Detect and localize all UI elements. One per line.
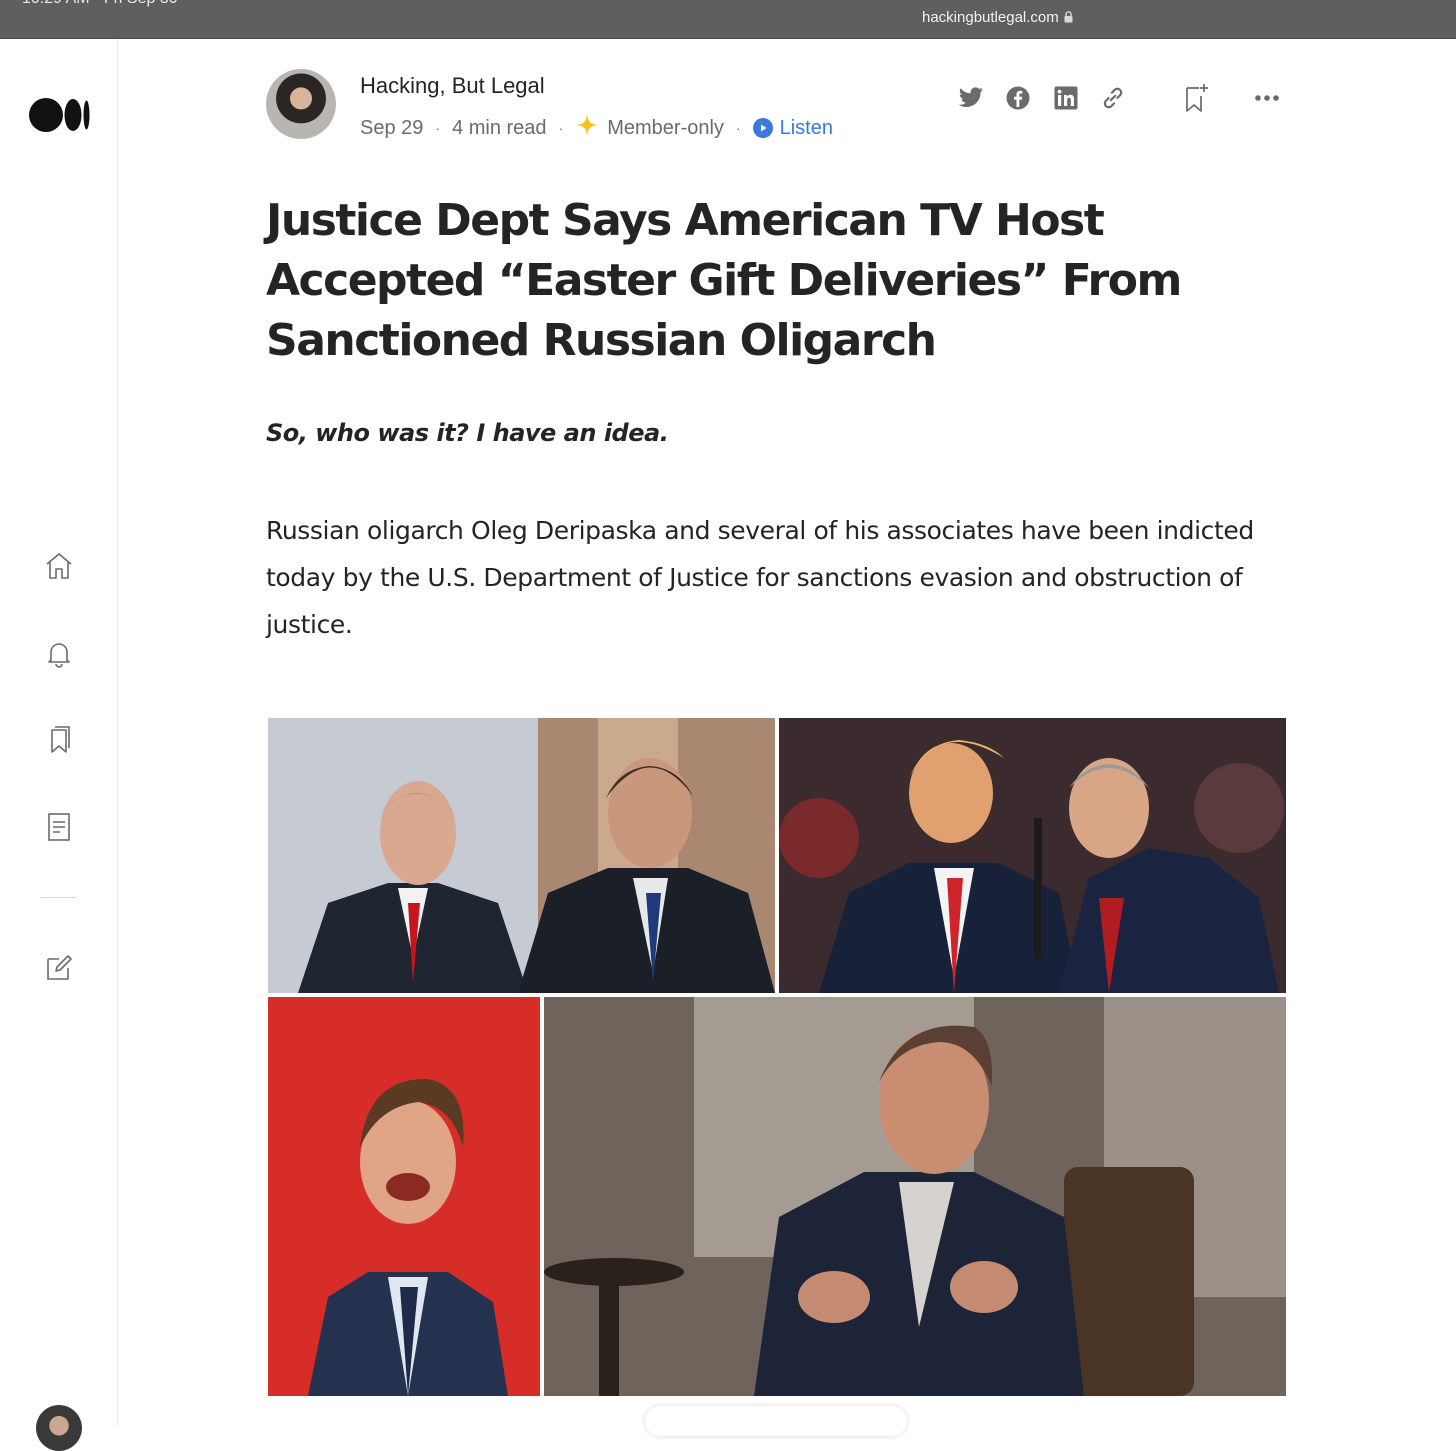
collage-photo-2 (779, 718, 1286, 993)
write-icon[interactable] (42, 950, 76, 984)
home-icon[interactable] (42, 549, 76, 583)
article-meta: Sep 29 · 4 min read · Member-only · List… (360, 113, 833, 143)
bell-icon[interactable] (42, 636, 76, 670)
user-avatar[interactable] (36, 1405, 82, 1451)
article-title: Justice Dept Says American TV Host Accep… (266, 195, 1182, 366)
meta-separator: · (558, 120, 564, 136)
more-icon[interactable] (1252, 83, 1282, 113)
collage-photo-3 (268, 997, 540, 1396)
member-only-label: Member-only (607, 116, 724, 139)
member-star-icon (575, 113, 599, 143)
play-icon (752, 118, 773, 138)
floating-toolbar[interactable] (645, 1406, 907, 1436)
article-image[interactable] (268, 718, 1286, 1396)
article-subtitle: So, who was it? I have an idea. (266, 419, 669, 447)
browser-bar: 10:29 AM · Fri Sep 30 hackingbutlegal.co… (0, 0, 1456, 39)
author-avatar[interactable] (266, 69, 336, 139)
bookmark-add-icon[interactable] (1181, 83, 1211, 113)
listen-label: Listen (779, 116, 833, 139)
link-icon[interactable] (1098, 83, 1128, 113)
twitter-icon[interactable] (956, 83, 986, 113)
facebook-icon[interactable] (1003, 83, 1033, 113)
document-icon[interactable] (42, 810, 76, 844)
meta-separator: · (435, 120, 441, 136)
medium-logo-icon[interactable] (29, 97, 91, 138)
left-sidebar (0, 39, 118, 1451)
collage-photo-1 (268, 718, 775, 993)
bookmarks-icon[interactable] (42, 723, 76, 757)
meta-separator: · (735, 120, 741, 136)
read-time: 4 min read (452, 116, 547, 139)
sidebar-divider (41, 897, 77, 898)
url-bar[interactable]: hackingbutlegal.com (922, 9, 1073, 27)
publish-date: Sep 29 (360, 116, 424, 139)
article-paragraph: Russian oligarch Oleg Deripaska and seve… (266, 516, 1254, 639)
linkedin-icon[interactable] (1051, 83, 1081, 113)
collage-photo-4 (544, 997, 1286, 1396)
lock-icon (1064, 10, 1073, 27)
listen-button[interactable]: Listen (752, 116, 833, 140)
status-time: 10:29 AM · Fri Sep 30 (22, 0, 178, 8)
author-name[interactable]: Hacking, But Legal (360, 73, 545, 99)
url-text: hackingbutlegal.com (922, 9, 1059, 26)
